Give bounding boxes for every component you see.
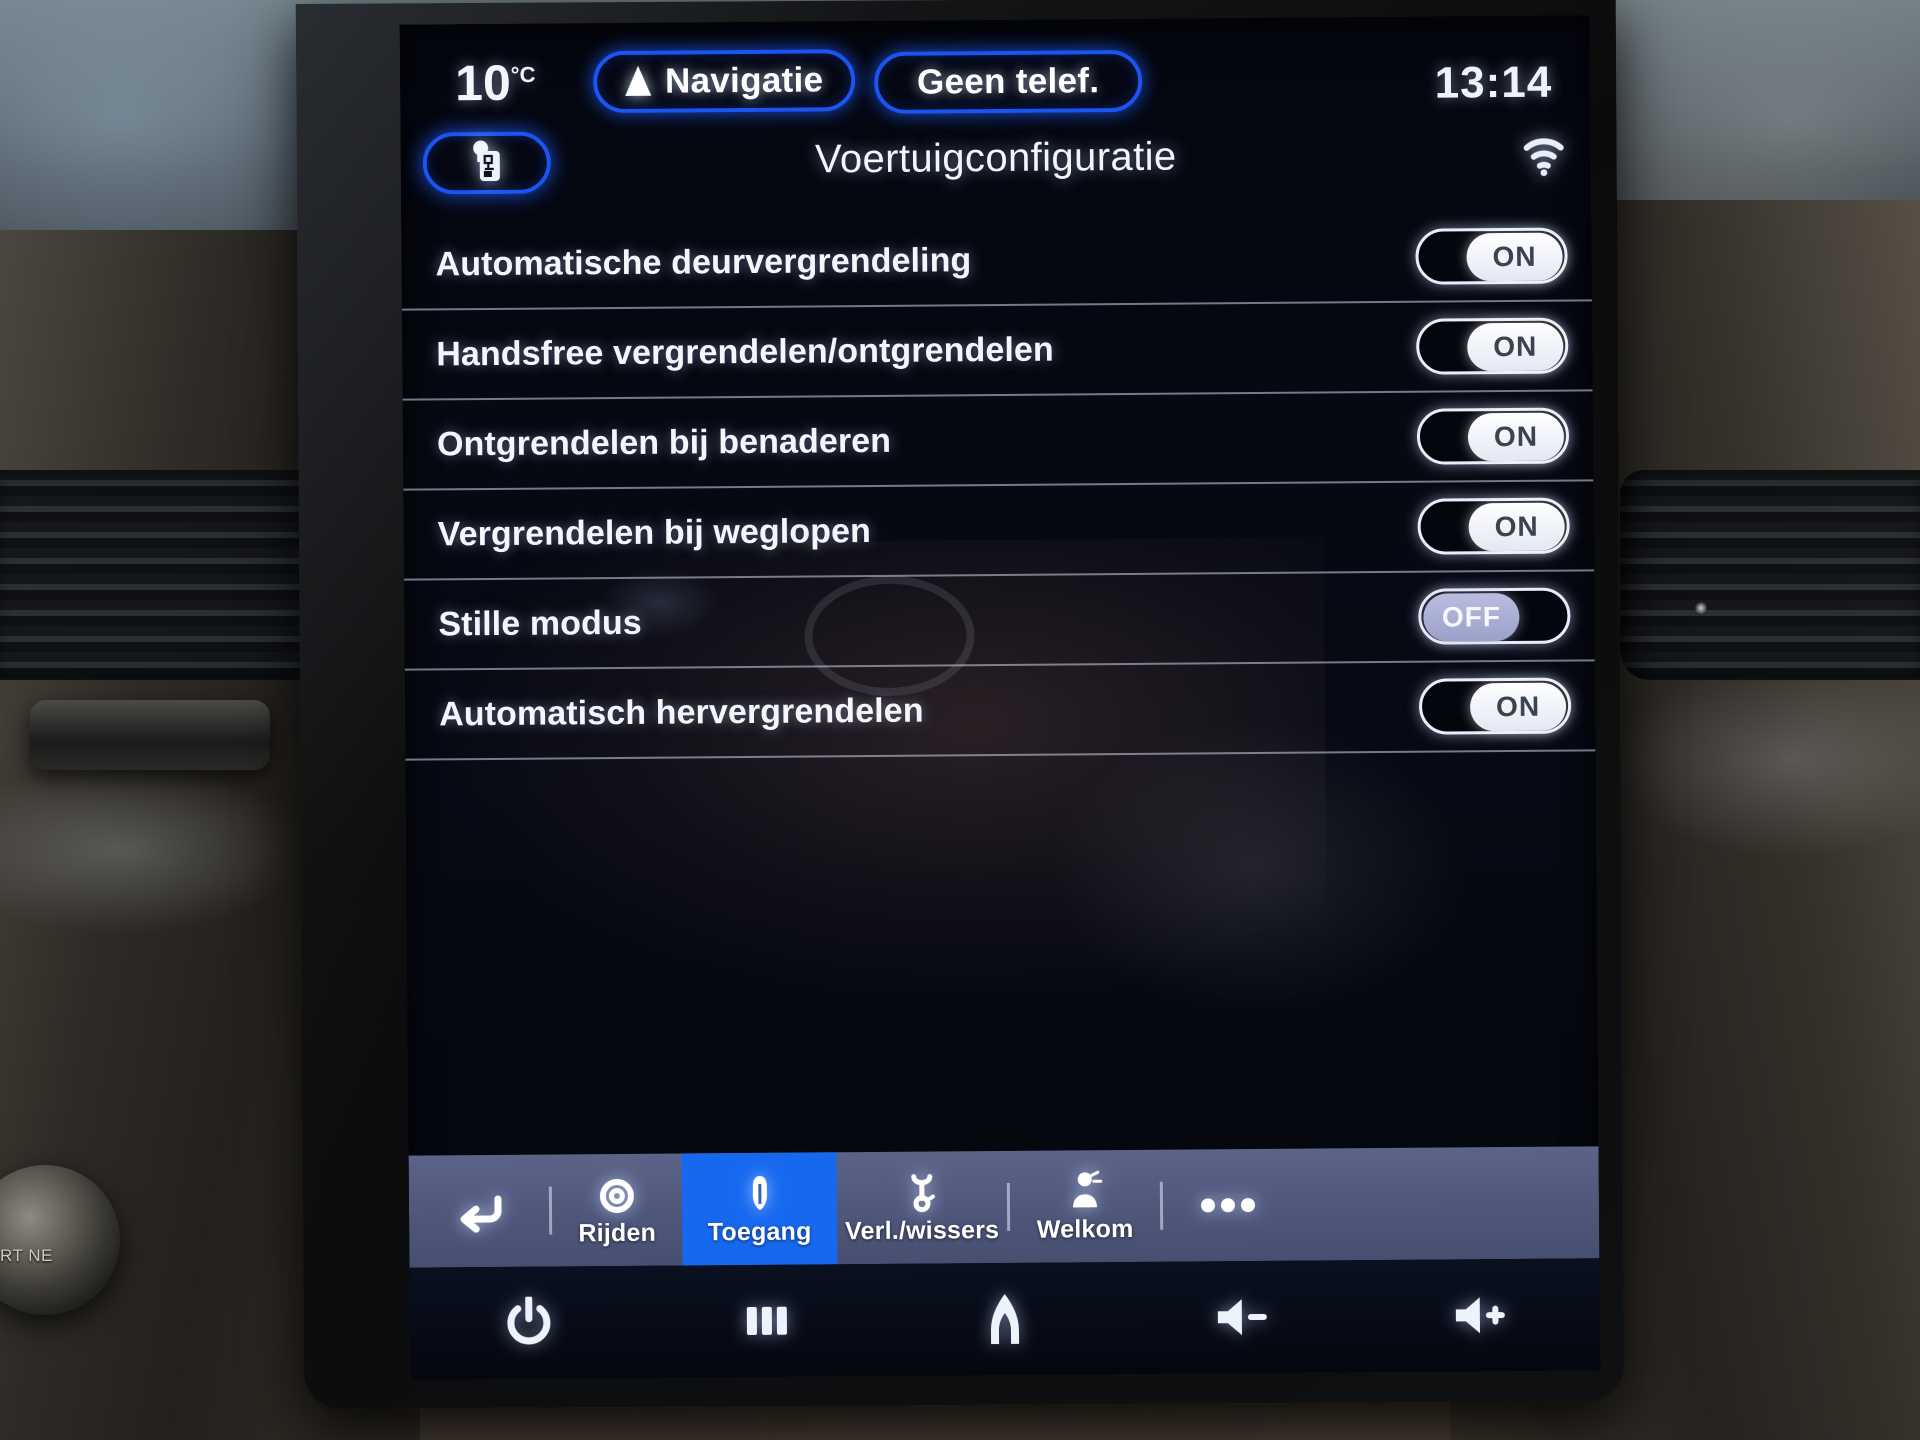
wifi-signal-icon	[1519, 132, 1569, 178]
temperature-value: 10	[454, 54, 512, 112]
infotainment-screen[interactable]: 10°C Navigatie Geen telef. 13:14 Voertui…	[399, 15, 1601, 1380]
glass-reflection-blob	[1045, 716, 1468, 1020]
toggle-state-label: ON	[1468, 502, 1565, 552]
home-icon	[990, 1293, 1020, 1345]
setting-toggle[interactable]: ON	[1418, 677, 1572, 735]
settings-list: Automatische deurvergrendeling ON Handsf…	[401, 211, 1596, 761]
power-button[interactable]	[410, 1296, 648, 1350]
setting-label: Vergrendelen bij weglopen	[437, 511, 872, 553]
settings-row[interactable]: Ontgrendelen bij benaderen ON	[402, 391, 1594, 491]
tab-bar-filler	[1293, 1146, 1600, 1260]
air-vent-left	[0, 470, 330, 680]
more-options-button[interactable]	[1163, 1149, 1294, 1262]
wiper-light-icon	[902, 1170, 942, 1214]
setting-label: Ontgrendelen bij benaderen	[436, 421, 892, 463]
tab-label: Toegang	[707, 1216, 812, 1246]
apps-grid-icon	[746, 1306, 787, 1335]
outside-temperature: 10°C	[455, 54, 536, 113]
settings-row[interactable]: Handsfree vergrendelen/ontgrendelen ON	[401, 301, 1593, 401]
setting-label: Automatische deurvergrendeling	[435, 240, 972, 283]
navigation-shortcut-button[interactable]: Navigatie	[592, 49, 856, 114]
setting-toggle[interactable]: ON	[1416, 317, 1569, 375]
setting-toggle[interactable]: ON	[1417, 497, 1570, 555]
volume-up-button[interactable]	[1362, 1290, 1600, 1340]
title-bar: Voertuigconfiguratie	[401, 123, 1592, 210]
dust-speck	[1695, 602, 1707, 614]
air-vent-blade	[30, 700, 270, 770]
setting-toggle[interactable]: OFF	[1418, 587, 1571, 645]
setting-label: Stille modus	[438, 603, 642, 643]
steering-wheel-icon	[596, 1172, 638, 1216]
tab-label: Rijden	[578, 1218, 657, 1247]
navigation-shortcut-label: Navigatie	[664, 60, 824, 101]
welcome-person-icon	[1065, 1169, 1105, 1213]
temperature-unit: °C	[510, 61, 536, 88]
setting-label: Automatisch hervergrendelen	[438, 691, 924, 733]
toggle-state-label: ON	[1467, 322, 1564, 372]
sidebar-item-rijden[interactable]: Rijden	[552, 1154, 683, 1267]
tab-label: Verl./wissers	[845, 1215, 1000, 1245]
volume-down-button[interactable]	[1124, 1292, 1362, 1342]
back-arrow-icon	[452, 1189, 506, 1233]
page-title: Voertuigconfiguratie	[814, 134, 1177, 182]
navigation-arrow-icon	[624, 65, 652, 96]
setting-label: Handsfree vergrendelen/ontgrendelen	[436, 330, 1054, 373]
sidebar-item-verlichting-wissers[interactable]: Verl./wissers	[837, 1151, 1008, 1264]
power-icon	[507, 1296, 551, 1345]
sidebar-item-toegang[interactable]: Toegang	[681, 1152, 838, 1266]
setting-toggle[interactable]: ON	[1415, 227, 1568, 285]
settings-row[interactable]: Vergrendelen bij weglopen ON	[403, 481, 1595, 581]
system-bar	[409, 1258, 1601, 1380]
home-button[interactable]	[886, 1289, 1124, 1349]
car-lock-icon	[739, 1171, 779, 1215]
sidebar-item-welkom[interactable]: Welkom	[1010, 1150, 1161, 1263]
screenshot-root: RT NE 10°C Navigatie Geen telef. 13:14 V…	[0, 0, 1920, 1440]
volume-down-icon	[1217, 1299, 1267, 1336]
toggle-state-label: ON	[1466, 232, 1563, 282]
back-button[interactable]	[409, 1155, 550, 1268]
toggle-state-label: ON	[1467, 412, 1565, 462]
toggle-state-label: ON	[1469, 682, 1567, 732]
phone-status-button[interactable]: Geen telef.	[873, 49, 1143, 114]
settings-row[interactable]: Automatisch hervergrendelen ON	[404, 661, 1596, 761]
status-bar: 10°C Navigatie Geen telef. 13:14	[400, 15, 1591, 132]
category-tab-bar: Rijden Toegang Verl./wissers Welkom	[408, 1146, 1600, 1268]
apps-grid-button[interactable]	[648, 1296, 886, 1346]
air-vent-right	[1620, 470, 1920, 680]
settings-row[interactable]: Automatische deurvergrendeling ON	[401, 211, 1592, 311]
phone-status-label: Geen telef.	[916, 61, 1100, 102]
settings-row[interactable]: Stille modus OFF	[404, 571, 1595, 671]
knob-label: RT NE	[0, 1246, 53, 1265]
toggle-state-label: OFF	[1423, 592, 1520, 642]
clock: 13:14	[1434, 57, 1553, 108]
tab-label: Welkom	[1036, 1214, 1134, 1244]
more-dots-icon	[1197, 1183, 1259, 1227]
volume-up-icon	[1455, 1297, 1505, 1334]
setting-toggle[interactable]: ON	[1416, 407, 1570, 465]
